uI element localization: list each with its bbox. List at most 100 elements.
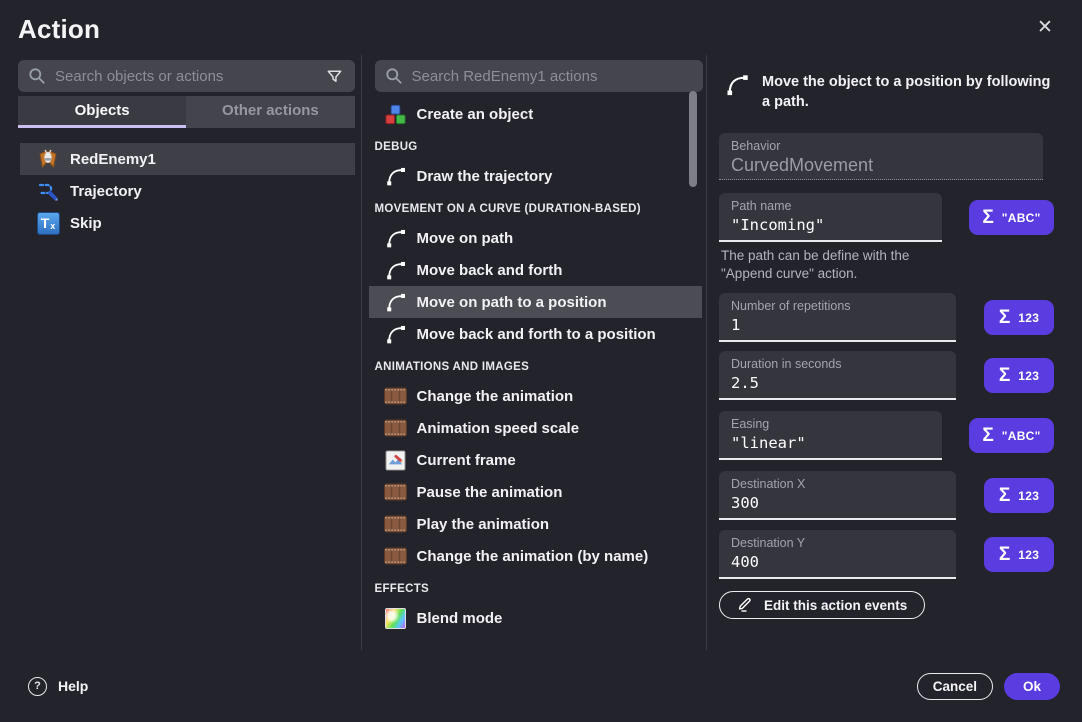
actions-scrollbar[interactable] xyxy=(689,91,697,187)
path-helper-text: The path can be define with the "Append … xyxy=(721,247,959,283)
cancel-button[interactable]: Cancel xyxy=(917,673,993,700)
action-item-draw-trajectory[interactable]: Draw the trajectory xyxy=(369,160,702,192)
curve-icon xyxy=(383,259,409,281)
objects-search-input[interactable] xyxy=(55,68,316,85)
destination-x-field[interactable]: Destination X 300 xyxy=(719,471,956,520)
curve-icon xyxy=(383,227,409,249)
objects-panel: Objects Other actions RedEnemy1 xyxy=(0,55,361,650)
object-row-trajectory[interactable]: Trajectory xyxy=(20,175,355,207)
action-item-label: Change the animation (by name) xyxy=(417,548,649,565)
field-value[interactable]: 300 xyxy=(731,494,944,512)
close-icon[interactable]: ✕ xyxy=(1032,14,1058,40)
action-item-label: Blend mode xyxy=(417,610,503,627)
blend-icon xyxy=(383,608,409,629)
field-value[interactable]: 400 xyxy=(731,553,944,571)
path-name-field[interactable]: Path name "Incoming" xyxy=(719,193,942,242)
film-icon xyxy=(383,547,409,565)
expression-type-label: 123 xyxy=(1018,369,1039,383)
behavior-field: Behavior CurvedMovement xyxy=(719,133,1043,180)
tab-objects[interactable]: Objects xyxy=(18,96,186,128)
object-label: Trajectory xyxy=(70,183,142,200)
sigma-icon: Σ xyxy=(999,308,1010,327)
object-tabs: Objects Other actions xyxy=(18,96,355,128)
sigma-icon: Σ xyxy=(982,208,993,227)
easing-field[interactable]: Easing "linear" xyxy=(719,411,942,460)
action-item-label: Create an object xyxy=(417,106,534,123)
dialog-header: Action ✕ xyxy=(0,0,1082,55)
edit-action-events-label: Edit this action events xyxy=(764,598,907,613)
expression-type-label: 123 xyxy=(1018,311,1039,325)
filter-icon[interactable] xyxy=(325,64,345,88)
section-header-movement-curve: MOVEMENT ON A CURVE (DURATION-BASED) xyxy=(369,192,702,222)
action-item-change-animation-by-name[interactable]: Change the animation (by name) xyxy=(369,540,702,572)
search-icon xyxy=(28,64,46,88)
action-item-label: Play the animation xyxy=(417,516,550,533)
field-label: Number of repetitions xyxy=(731,299,944,313)
help-label: Help xyxy=(58,678,88,694)
field-value[interactable]: "linear" xyxy=(731,434,930,452)
parameters-panel: Move the object to a position by followi… xyxy=(707,55,1082,650)
repetitions-field[interactable]: Number of repetitions 1 xyxy=(719,293,956,342)
field-value[interactable]: 2.5 xyxy=(731,374,944,392)
action-item-label: Move back and forth xyxy=(417,262,563,279)
action-item-current-frame[interactable]: Current frame xyxy=(369,444,702,476)
expression-editor-button-abc[interactable]: Σ "ABC" xyxy=(969,200,1054,235)
film-icon xyxy=(383,387,409,405)
edit-action-events-button[interactable]: Edit this action events xyxy=(719,591,925,619)
help-icon: ? xyxy=(28,677,47,696)
expression-editor-button-abc[interactable]: Σ "ABC" xyxy=(969,418,1054,453)
expression-type-label: "ABC" xyxy=(1002,211,1041,225)
action-item-animation-speed-scale[interactable]: Animation speed scale xyxy=(369,412,702,444)
object-label: Skip xyxy=(70,215,102,232)
sigma-icon: Σ xyxy=(999,486,1010,505)
action-item-label: Animation speed scale xyxy=(417,420,580,437)
ok-button[interactable]: Ok xyxy=(1004,673,1060,700)
film-icon xyxy=(383,419,409,437)
action-item-move-on-path[interactable]: Move on path xyxy=(369,222,702,254)
curve-icon xyxy=(725,72,750,112)
section-header-animations: ANIMATIONS AND IMAGES xyxy=(369,350,702,380)
action-item-move-on-path-to-position[interactable]: Move on path to a position xyxy=(369,286,702,318)
action-item-label: Draw the trajectory xyxy=(417,168,553,185)
duration-field[interactable]: Duration in seconds 2.5 xyxy=(719,351,956,400)
objects-list: RedEnemy1 Trajectory Tx xyxy=(18,143,355,239)
field-label: Duration in seconds xyxy=(731,357,944,371)
action-item-blend-mode[interactable]: Blend mode xyxy=(369,602,702,634)
curve-icon xyxy=(383,165,409,187)
red-enemy-icon xyxy=(36,147,60,171)
expression-editor-button-123[interactable]: Σ 123 xyxy=(984,478,1054,513)
action-item-label: Move back and forth to a position xyxy=(417,326,656,343)
expression-editor-button-123[interactable]: Σ 123 xyxy=(984,358,1054,393)
film-icon xyxy=(383,483,409,501)
expression-type-label: 123 xyxy=(1018,489,1039,503)
expression-type-label: "ABC" xyxy=(1002,429,1041,443)
object-row-skip[interactable]: Tx Skip xyxy=(20,207,355,239)
objects-search-box[interactable] xyxy=(18,60,355,92)
action-item-move-back-forth-to-position[interactable]: Move back and forth to a position xyxy=(369,318,702,350)
action-item-move-back-forth[interactable]: Move back and forth xyxy=(369,254,702,286)
expression-editor-button-123[interactable]: Σ 123 xyxy=(984,537,1054,572)
field-label: Destination Y xyxy=(731,536,944,550)
expression-editor-button-123[interactable]: Σ 123 xyxy=(984,300,1054,335)
object-row-redenemy1[interactable]: RedEnemy1 xyxy=(20,143,355,175)
text-object-icon: Tx xyxy=(36,211,60,235)
section-header-debug: DEBUG xyxy=(369,130,702,160)
help-button[interactable]: ? Help xyxy=(28,677,88,696)
curve-icon xyxy=(383,323,409,345)
actions-search-input[interactable] xyxy=(412,68,693,85)
film-icon xyxy=(383,515,409,533)
section-header-effects: EFFECTS xyxy=(369,572,702,602)
pencil-icon xyxy=(737,595,754,615)
action-item-pause-animation[interactable]: Pause the animation xyxy=(369,476,702,508)
field-value[interactable]: "Incoming" xyxy=(731,216,930,234)
destination-y-field[interactable]: Destination Y 400 xyxy=(719,530,956,579)
sigma-icon: Σ xyxy=(982,426,993,445)
action-item-create-object[interactable]: Create an object xyxy=(369,98,702,130)
actions-search-box[interactable] xyxy=(375,60,703,92)
action-item-play-animation[interactable]: Play the animation xyxy=(369,508,702,540)
action-item-change-animation[interactable]: Change the animation xyxy=(369,380,702,412)
tab-other-actions[interactable]: Other actions xyxy=(186,96,354,128)
field-value[interactable]: 1 xyxy=(731,316,944,334)
expression-type-label: 123 xyxy=(1018,548,1039,562)
dialog-footer: ? Help Cancel Ok xyxy=(0,650,1082,722)
